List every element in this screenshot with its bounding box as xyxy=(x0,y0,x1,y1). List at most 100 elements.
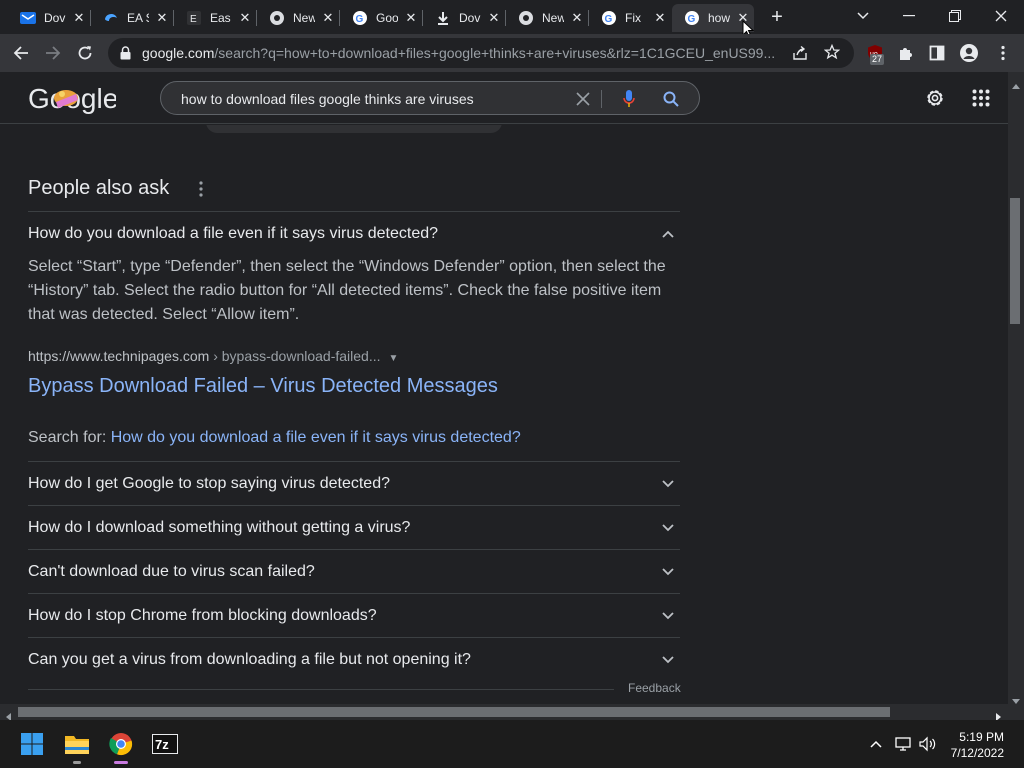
google-doodle-logo[interactable]: Google xyxy=(28,82,118,114)
url-host: google.com xyxy=(142,45,215,61)
close-tab-icon[interactable]: ✕ xyxy=(321,11,335,25)
windows-start-icon[interactable] xyxy=(16,728,48,760)
ublock-extension-icon[interactable]: uo 27 xyxy=(862,40,888,66)
bookmark-star-icon[interactable] xyxy=(823,43,841,65)
tab-8[interactable]: G Fix ✕ xyxy=(589,4,671,32)
close-window-icon[interactable] xyxy=(978,0,1024,32)
reload-icon[interactable] xyxy=(72,40,98,66)
close-tab-icon[interactable]: ✕ xyxy=(404,11,418,25)
search-for-link[interactable]: How do you download a file even if it sa… xyxy=(111,429,521,446)
tab-1[interactable]: Dov ✕ xyxy=(8,4,90,32)
tab-6[interactable]: Dov ✕ xyxy=(423,4,505,32)
question-text: Can you get a virus from downloading a f… xyxy=(28,651,471,668)
close-tab-icon[interactable]: ✕ xyxy=(155,11,169,25)
clear-search-icon[interactable] xyxy=(573,89,593,109)
close-tab-icon[interactable]: ✕ xyxy=(570,11,584,25)
tab-2[interactable]: EA S ✕ xyxy=(91,4,173,32)
tab-title: New xyxy=(293,11,315,25)
voice-search-mic-icon[interactable] xyxy=(619,89,639,109)
vertical-scrollbar-thumb[interactable] xyxy=(1010,198,1020,324)
network-icon[interactable] xyxy=(894,734,914,754)
tab-title: Dov xyxy=(459,11,481,25)
chevron-down-icon[interactable] xyxy=(660,652,676,668)
download-icon xyxy=(435,10,451,26)
question-text: How do I download something without gett… xyxy=(28,519,411,536)
address-bar[interactable]: google.com/search?q=how+to+download+file… xyxy=(108,38,854,68)
source-url[interactable]: https://www.technipages.com › bypass-dow… xyxy=(28,348,398,364)
share-icon[interactable] xyxy=(792,45,808,66)
mail-icon xyxy=(20,10,36,26)
tab-4[interactable]: New ✕ xyxy=(257,4,339,32)
tab-3[interactable]: E Eas ✕ xyxy=(174,4,256,32)
lock-icon[interactable] xyxy=(120,46,131,65)
settings-gear-icon[interactable] xyxy=(924,87,946,109)
profile-avatar-icon[interactable] xyxy=(956,40,982,66)
url-text[interactable]: google.com/search?q=how+to+download+file… xyxy=(142,45,775,61)
tab-5[interactable]: G Goo ✕ xyxy=(340,4,422,32)
source-title-link[interactable]: Bypass Download Failed – Virus Detected … xyxy=(28,375,498,398)
back-icon[interactable] xyxy=(8,40,34,66)
screen: Dov ✕ EA S ✕ E Eas ✕ New ✕ G Goo ✕ xyxy=(0,0,1024,768)
chevron-down-icon[interactable] xyxy=(660,520,676,536)
chrome-menu-icon[interactable] xyxy=(990,40,1016,66)
7zip-icon[interactable]: 7z xyxy=(149,728,181,760)
chevron-down-icon[interactable] xyxy=(660,564,676,580)
close-tab-icon[interactable]: ✕ xyxy=(653,11,667,25)
google-icon: G xyxy=(684,10,700,26)
close-tab-icon[interactable]: ✕ xyxy=(238,11,252,25)
chevron-down-icon[interactable] xyxy=(660,608,676,624)
people-also-ask-heading: People also ask xyxy=(28,177,170,199)
paa-question[interactable]: Can't download due to virus scan failed? xyxy=(28,549,680,593)
volume-icon[interactable] xyxy=(918,734,938,754)
close-tab-icon[interactable]: ✕ xyxy=(72,11,86,25)
url-path: /search?q=how+to+download+files+google+t… xyxy=(214,45,776,61)
vertical-scrollbar[interactable] xyxy=(1008,72,1024,704)
extension-badge: 27 xyxy=(870,54,885,65)
question-text: How do you download a file even if it sa… xyxy=(28,225,439,242)
chevron-up-icon[interactable] xyxy=(660,226,676,242)
caret-down-icon[interactable]: ▼ xyxy=(389,353,399,364)
minimize-icon[interactable] xyxy=(886,0,932,32)
extensions-puzzle-icon[interactable] xyxy=(893,40,919,66)
tab-search-chevron-icon[interactable] xyxy=(840,0,886,32)
search-magnifier-icon[interactable] xyxy=(661,89,681,109)
svg-text:G: G xyxy=(688,14,696,25)
restore-icon[interactable] xyxy=(932,0,978,32)
searchbox-divider xyxy=(601,90,602,108)
google-apps-grid-icon[interactable] xyxy=(972,89,990,107)
show-hidden-icons-chevron-icon[interactable] xyxy=(866,734,886,754)
chromium-icon xyxy=(269,10,285,26)
paa-question-expanded[interactable]: How do you download a file even if it sa… xyxy=(28,211,680,255)
tab-7[interactable]: New ✕ xyxy=(506,4,588,32)
paa-question[interactable]: How do I download something without gett… xyxy=(28,505,680,549)
clock-time: 5:19 PM xyxy=(959,730,1004,744)
tab-title: Goo xyxy=(376,11,398,25)
tab-title: Eas xyxy=(210,11,231,25)
horizontal-scrollbar-thumb[interactable] xyxy=(18,707,890,717)
scroll-up-arrow-icon[interactable] xyxy=(1012,76,1020,94)
tab-title: how xyxy=(708,11,730,25)
question-text: Can't download due to virus scan failed? xyxy=(28,563,315,580)
new-tab-button[interactable]: + xyxy=(766,6,788,28)
search-box[interactable]: how to download files google thinks are … xyxy=(160,81,700,115)
edge-icon xyxy=(103,10,119,26)
close-tab-icon[interactable]: ✕ xyxy=(487,11,501,25)
side-panel-icon[interactable] xyxy=(924,40,950,66)
paa-question[interactable]: How do I get Google to stop saying virus… xyxy=(28,461,680,505)
google-icon: G xyxy=(352,10,368,26)
search-for-label: Search for: xyxy=(28,429,111,446)
tab-title: Fix xyxy=(625,11,641,25)
tab-title: EA S xyxy=(127,11,149,25)
running-indicator xyxy=(73,761,81,764)
feedback-link[interactable]: Feedback xyxy=(628,681,681,695)
chevron-down-icon[interactable] xyxy=(660,476,676,492)
system-clock[interactable]: 5:19 PM 7/12/2022 xyxy=(951,729,1004,761)
chrome-icon[interactable] xyxy=(105,728,137,760)
feedback-divider xyxy=(28,689,614,690)
file-explorer-icon[interactable] xyxy=(61,728,93,760)
paa-question[interactable]: How do I stop Chrome from blocking downl… xyxy=(28,593,680,637)
more-options-icon[interactable] xyxy=(194,179,208,199)
paa-question[interactable]: Can you get a virus from downloading a f… xyxy=(28,637,680,681)
forward-icon[interactable] xyxy=(40,40,66,66)
search-input[interactable]: how to download files google thinks are … xyxy=(181,91,474,107)
